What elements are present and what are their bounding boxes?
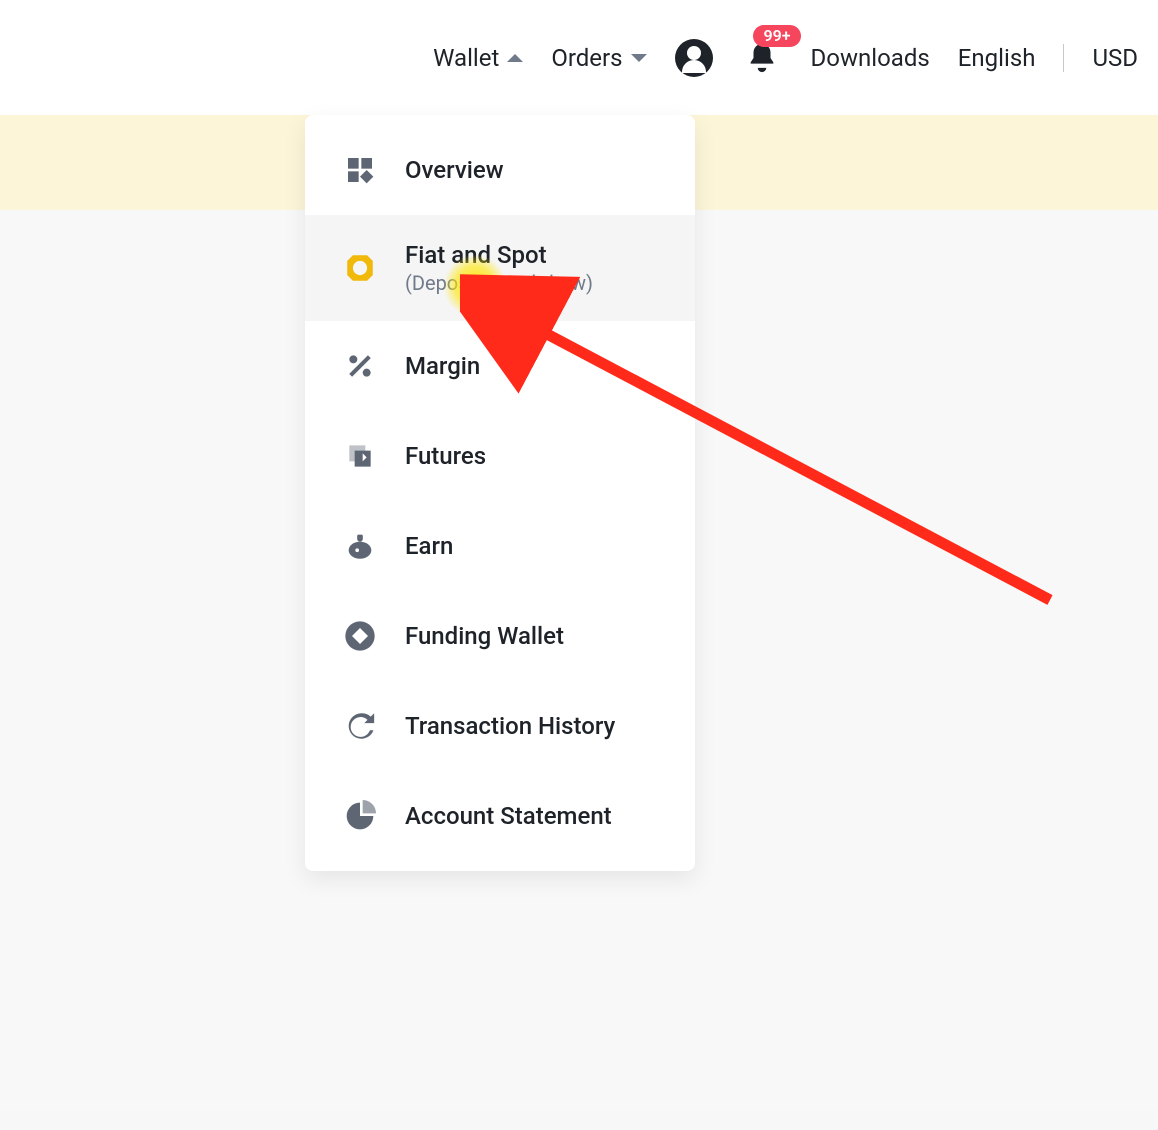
caret-up-icon: [507, 54, 523, 62]
downloads-nav[interactable]: Downloads: [811, 44, 930, 72]
futures-icon: [341, 437, 379, 475]
account-statement-icon: [341, 797, 379, 835]
menu-futures-label: Futures: [405, 442, 486, 470]
svg-text:$: $: [356, 721, 363, 736]
menu-funding-wallet[interactable]: Funding Wallet: [305, 591, 695, 681]
currency-label: USD: [1092, 44, 1138, 72]
menu-account-statement-label: Account Statement: [405, 802, 612, 830]
notifications-button[interactable]: 99+: [741, 37, 783, 79]
currency-nav[interactable]: USD: [1092, 44, 1138, 72]
menu-earn[interactable]: Earn: [305, 501, 695, 591]
menu-transaction-history-label: Transaction History: [405, 712, 615, 740]
separator: [1063, 44, 1064, 72]
wallet-dropdown: Overview Fiat and Spot (Deposit & Withdr…: [305, 115, 695, 871]
menu-funding-wallet-label: Funding Wallet: [405, 622, 564, 650]
wallet-nav[interactable]: Wallet: [433, 44, 523, 72]
menu-overview-label: Overview: [405, 156, 504, 184]
account-icon[interactable]: [675, 39, 713, 77]
downloads-label: Downloads: [811, 44, 930, 72]
margin-icon: [341, 347, 379, 385]
language-nav[interactable]: English: [958, 44, 1036, 72]
transaction-history-icon: $: [341, 707, 379, 745]
menu-margin-label: Margin: [405, 352, 480, 380]
menu-futures[interactable]: Futures: [305, 411, 695, 501]
funding-wallet-icon: [341, 617, 379, 655]
orders-label: Orders: [551, 44, 622, 72]
menu-fiat-spot-label: Fiat and Spot: [405, 241, 593, 269]
overview-icon: [341, 151, 379, 189]
menu-margin[interactable]: Margin: [305, 321, 695, 411]
caret-down-icon: [631, 54, 647, 62]
menu-earn-label: Earn: [405, 532, 453, 560]
menu-transaction-history[interactable]: $ Transaction History: [305, 681, 695, 771]
menu-overview[interactable]: Overview: [305, 125, 695, 215]
top-navigation: Wallet Orders 99+ Downloads English USD: [0, 0, 1158, 115]
wallet-label: Wallet: [433, 44, 499, 72]
orders-nav[interactable]: Orders: [551, 44, 646, 72]
menu-account-statement[interactable]: Account Statement: [305, 771, 695, 861]
fiat-spot-icon: [341, 249, 379, 287]
language-label: English: [958, 44, 1036, 72]
menu-fiat-and-spot[interactable]: Fiat and Spot (Deposit & Withdraw): [305, 215, 695, 321]
menu-fiat-spot-sub: (Deposit & Withdraw): [405, 271, 593, 295]
earn-icon: [341, 527, 379, 565]
notification-badge: 99+: [753, 25, 800, 47]
